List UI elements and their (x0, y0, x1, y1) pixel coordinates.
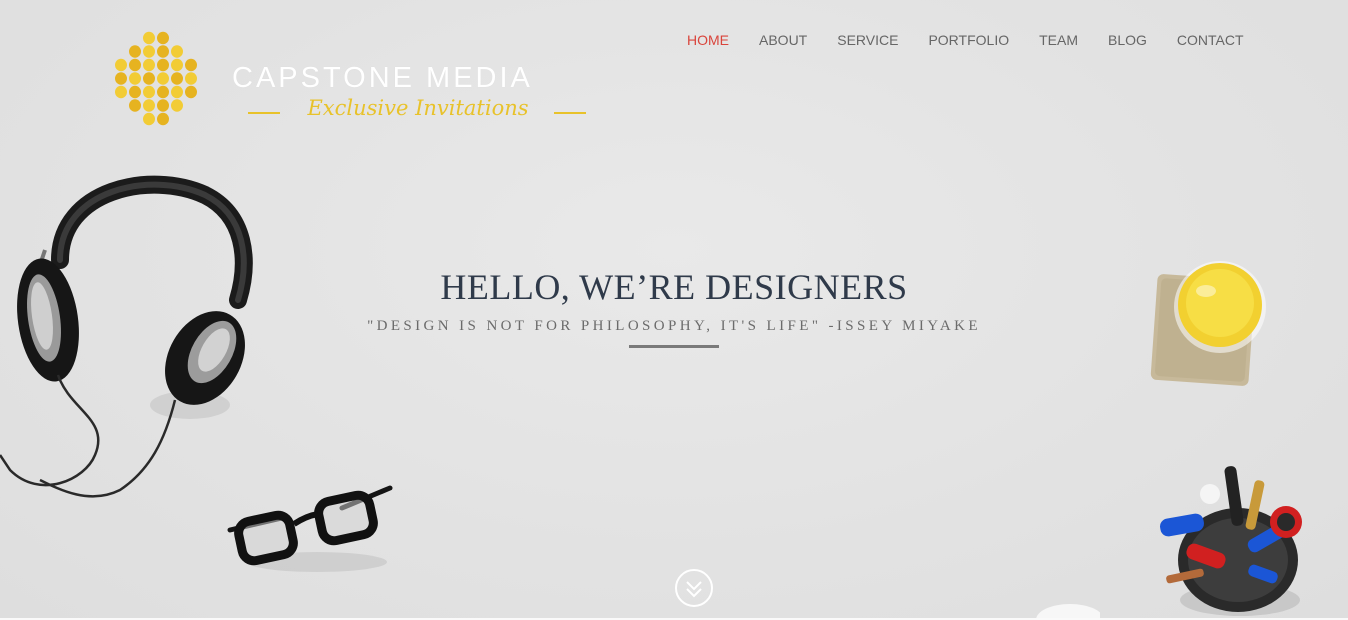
logo-petal (171, 99, 183, 112)
logo-petal (129, 58, 141, 72)
logo-petal (115, 72, 127, 85)
hero-headline: HELLO, WE’RE DESIGNERS (440, 267, 908, 307)
logo-petal (157, 31, 169, 45)
logo-petal (143, 72, 155, 85)
logo-petal (185, 85, 197, 99)
logo-tagline: Exclusive Invitations (307, 96, 529, 120)
logo-petal (143, 58, 155, 72)
eyeglasses-image (227, 485, 393, 572)
logo-petal (143, 99, 155, 112)
logo-petal (143, 45, 155, 58)
logo-petal (157, 58, 169, 72)
logo-petal (115, 85, 127, 99)
logo-petal (171, 72, 183, 85)
logo-petal (157, 85, 169, 99)
logo-petal (171, 58, 183, 72)
site-logo[interactable]: CAPSTONE MEDIA Exclusive Invitations (104, 28, 614, 132)
logo-mark-icon (115, 31, 197, 126)
logo-petal (185, 58, 197, 72)
logo-petal (157, 72, 169, 85)
logo-petal (185, 72, 197, 85)
scroll-down-button[interactable] (674, 568, 714, 608)
tagline-rule-left (248, 112, 280, 114)
logo-petal (115, 58, 127, 72)
logo-petal (157, 112, 169, 126)
logo-petal (143, 31, 155, 45)
pen-holder-image (1160, 466, 1302, 616)
nav-about[interactable]: ABOUT (744, 31, 822, 51)
hero-quote: "DESIGN IS NOT FOR PHILOSOPHY, IT'S LIFE… (367, 318, 981, 334)
logo-title: CAPSTONE MEDIA (232, 62, 533, 94)
logo-tagline-group: Exclusive Invitations (248, 96, 588, 126)
logo-petal (129, 85, 141, 99)
double-chevron-down-icon (686, 581, 702, 598)
nav-team[interactable]: TEAM (1024, 31, 1093, 51)
nav-portfolio[interactable]: PORTFOLIO (913, 31, 1024, 51)
nav-contact[interactable]: CONTACT (1162, 31, 1259, 51)
nav-home[interactable]: HOME (672, 31, 744, 51)
white-object-image (1036, 604, 1100, 620)
logo-petal (171, 85, 183, 99)
nav-service[interactable]: SERVICE (822, 31, 913, 51)
logo-petal (171, 45, 183, 58)
tagline-rule-right (554, 112, 586, 114)
logo-petal (143, 85, 155, 99)
logo-petal (157, 99, 169, 112)
headline-divider (629, 345, 719, 348)
logo-petal (157, 45, 169, 58)
logo-petal (143, 112, 155, 126)
main-nav: HOME ABOUT SERVICE PORTFOLIO TEAM BLOG C… (672, 31, 1259, 51)
logo-petal (129, 99, 141, 112)
logo-petal (129, 72, 141, 85)
logo-petal (129, 45, 141, 58)
headphones-image (0, 175, 253, 498)
nav-blog[interactable]: BLOG (1093, 31, 1162, 51)
